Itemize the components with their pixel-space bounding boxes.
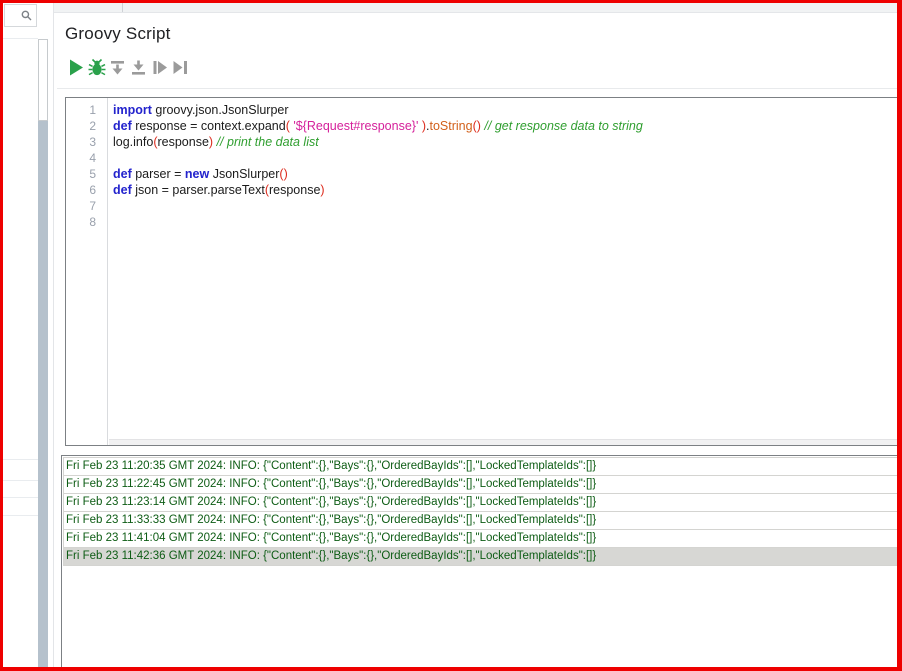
capture-frame-right	[897, 0, 902, 671]
log-entry[interactable]: Fri Feb 23 11:22:45 GMT 2024: INFO: {"Co…	[63, 475, 900, 494]
line-number: 5	[66, 166, 107, 182]
bug-icon	[88, 58, 106, 77]
search-input[interactable]	[4, 4, 37, 27]
play-bar-icon	[172, 58, 189, 77]
list-row-divider	[3, 515, 38, 516]
toolbar-divider	[57, 88, 898, 89]
tab-separator	[122, 3, 123, 12]
tab-strip	[53, 3, 898, 13]
code-line	[113, 198, 901, 214]
list-row-divider	[3, 459, 38, 460]
code-line: def json = parser.parseText(response)	[113, 182, 901, 198]
code-line	[113, 214, 901, 230]
line-number: 2	[66, 118, 107, 134]
line-number-gutter: 12345678	[66, 98, 108, 445]
line-number: 1	[66, 102, 107, 118]
line-number: 3	[66, 134, 107, 150]
run-to-end-button[interactable]	[171, 56, 190, 78]
code-line: import groovy.json.JsonSlurper	[113, 102, 901, 118]
list-row-divider	[3, 38, 38, 39]
log-entry[interactable]: Fri Feb 23 11:42:36 GMT 2024: INFO: {"Co…	[63, 547, 900, 566]
vertical-scrollbar[interactable]	[38, 39, 48, 667]
step-forward-button[interactable]	[150, 56, 169, 78]
log-entry[interactable]: Fri Feb 23 11:20:35 GMT 2024: INFO: {"Co…	[63, 457, 900, 476]
code-area[interactable]: import groovy.json.JsonSlurperdef respon…	[109, 98, 901, 440]
navigator-panel	[3, 28, 38, 667]
code-line	[113, 150, 901, 166]
search-icon	[21, 10, 32, 21]
capture-frame-top	[0, 0, 902, 3]
code-line: def response = context.expand( '${Reques…	[113, 118, 901, 134]
arrow-down-to-line-icon	[130, 58, 147, 77]
list-row-divider	[3, 497, 38, 498]
line-number: 7	[66, 198, 107, 214]
toolbar	[66, 56, 190, 78]
code-line: def parser = new JsonSlurper()	[113, 166, 901, 182]
step-to-bottom-button[interactable]	[129, 56, 148, 78]
capture-frame-left	[0, 0, 3, 671]
panel-divider-line	[53, 3, 54, 667]
step-into-button[interactable]	[108, 56, 127, 78]
log-output-panel: Fri Feb 23 11:20:35 GMT 2024: INFO: {"Co…	[61, 455, 902, 671]
log-list: Fri Feb 23 11:20:35 GMT 2024: INFO: {"Co…	[62, 457, 901, 566]
log-entry[interactable]: Fri Feb 23 11:41:04 GMT 2024: INFO: {"Co…	[63, 529, 900, 548]
scrollbar-thumb[interactable]	[38, 39, 48, 121]
page-title: Groovy Script	[65, 24, 171, 44]
line-number: 4	[66, 150, 107, 166]
groovy-code-editor[interactable]: 12345678 import groovy.json.JsonSlurperd…	[65, 97, 902, 446]
run-button[interactable]	[66, 56, 85, 78]
capture-frame-bottom	[0, 667, 902, 671]
log-entry[interactable]: Fri Feb 23 11:23:14 GMT 2024: INFO: {"Co…	[63, 493, 900, 512]
scrollbar-track[interactable]	[38, 121, 48, 667]
list-row-divider	[3, 480, 38, 481]
play-icon	[68, 58, 84, 77]
horizontal-scrollbar[interactable]	[109, 439, 901, 445]
debug-button[interactable]	[87, 56, 106, 78]
app-window: Groovy Script	[0, 0, 902, 671]
bar-play-icon	[151, 58, 168, 77]
arrow-down-from-bar-icon	[109, 58, 126, 77]
log-entry[interactable]: Fri Feb 23 11:33:33 GMT 2024: INFO: {"Co…	[63, 511, 900, 530]
line-number: 8	[66, 214, 107, 230]
line-number: 6	[66, 182, 107, 198]
code-line: log.info(response) // print the data lis…	[113, 134, 901, 150]
